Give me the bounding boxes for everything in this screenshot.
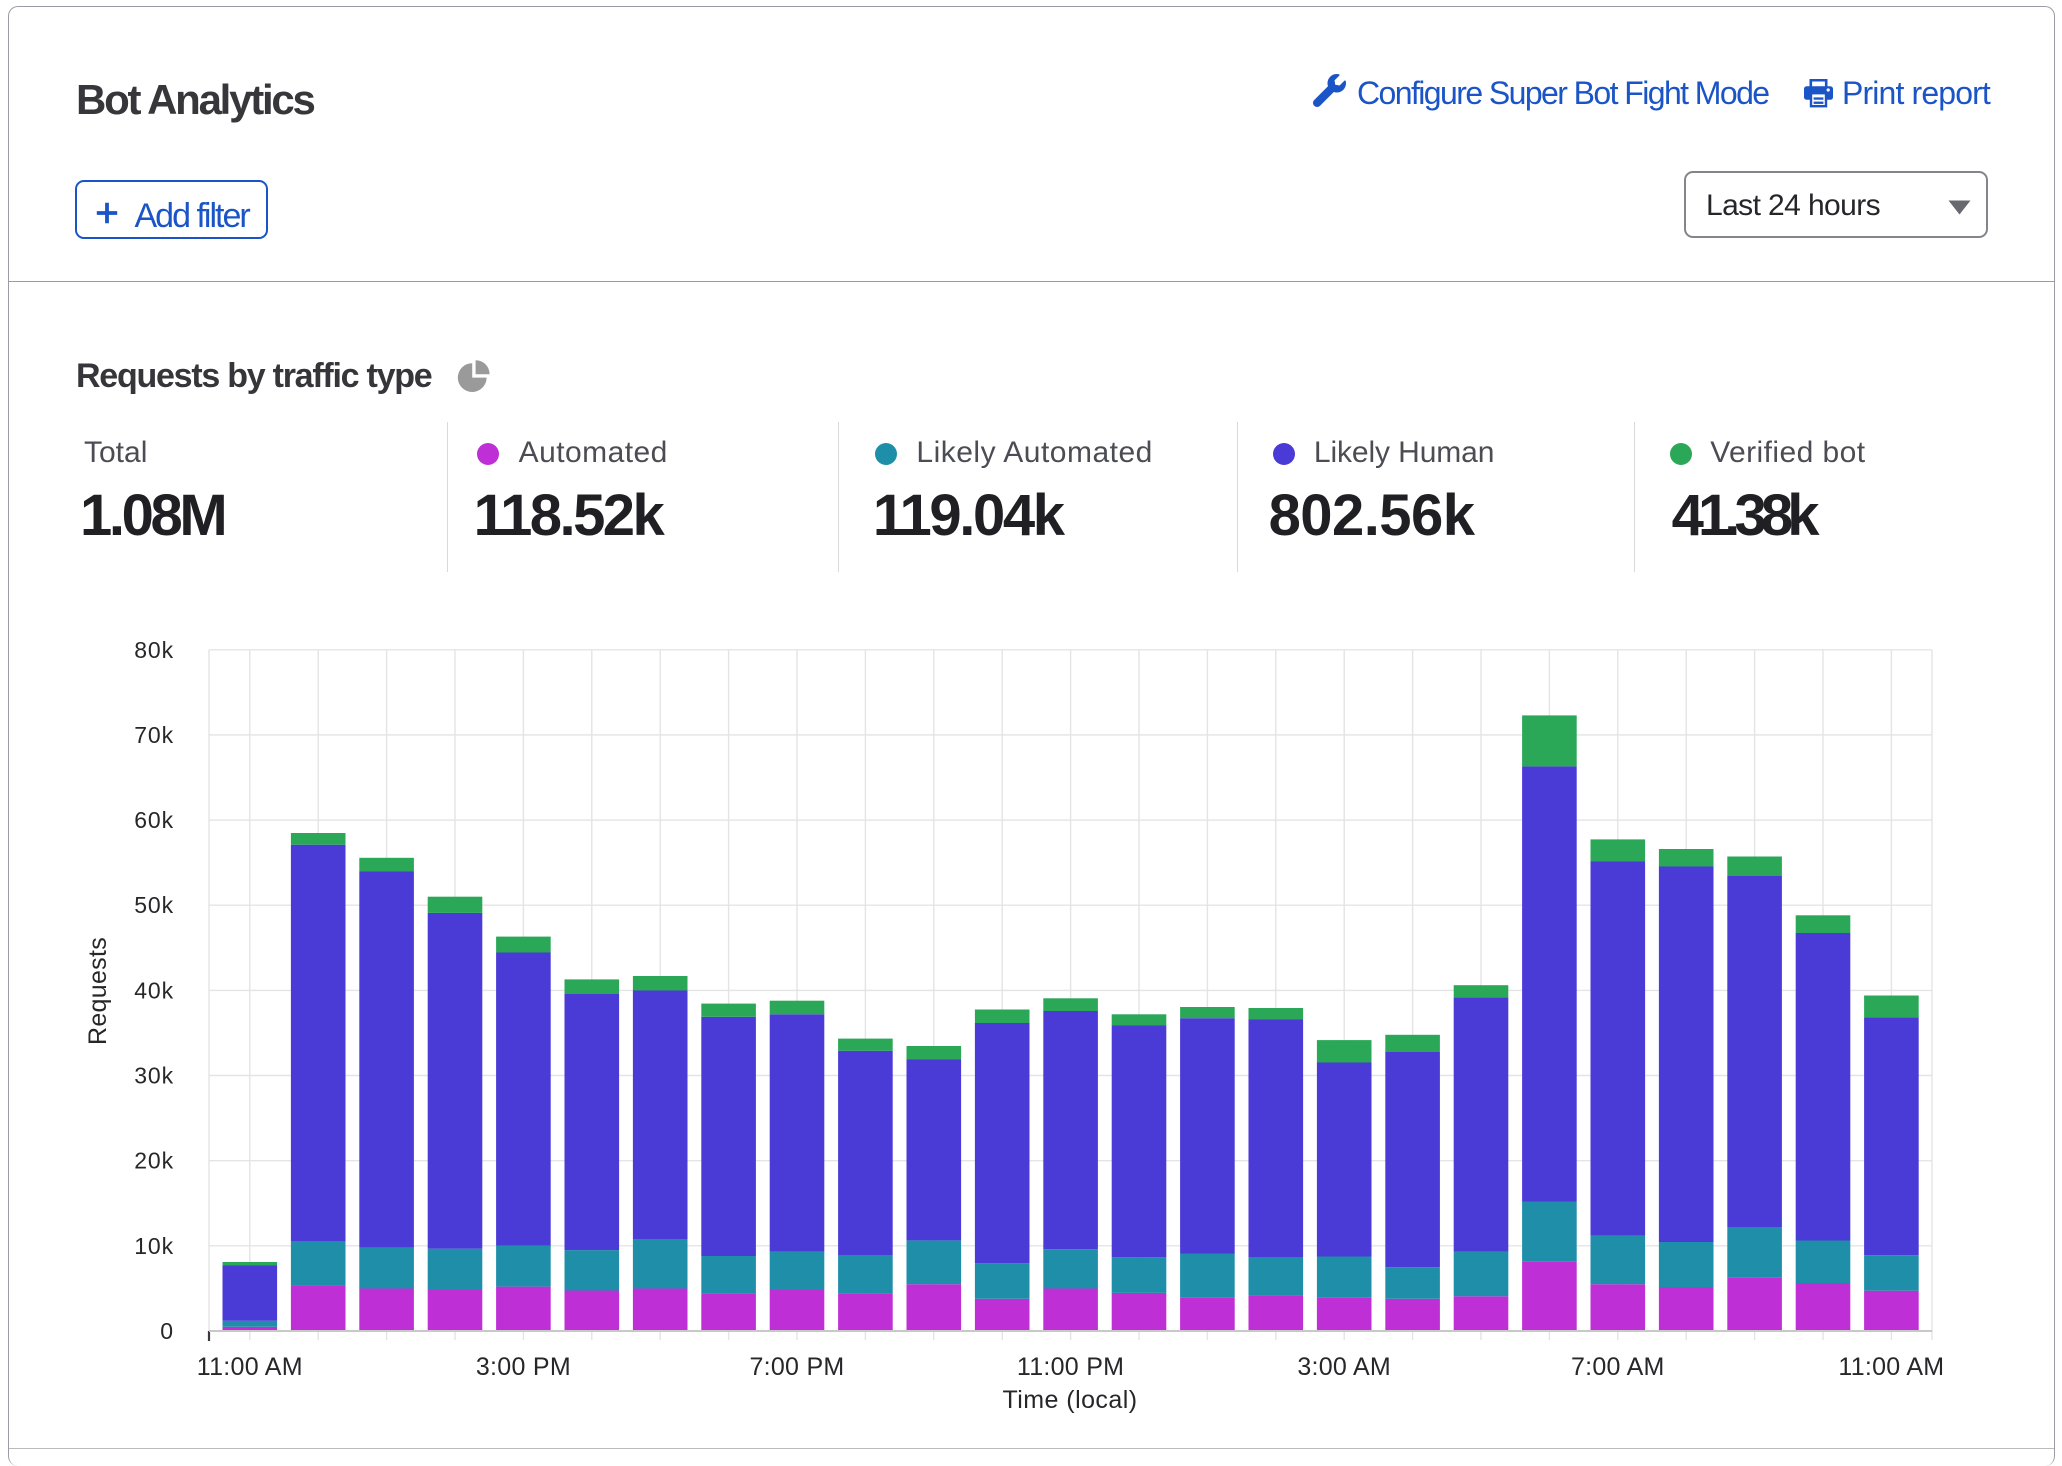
svg-text:3:00 AM: 3:00 AM [1297,1353,1391,1381]
svg-text:10k: 10k [134,1233,174,1259]
svg-text:11:00 AM: 11:00 AM [1838,1353,1944,1381]
svg-text:50k: 50k [134,892,174,918]
svg-text:Time (local): Time (local) [1002,1386,1137,1414]
svg-text:0: 0 [160,1318,174,1344]
svg-text:80k: 80k [134,637,174,663]
svg-text:Requests: Requests [84,937,112,1045]
svg-text:60k: 60k [134,807,174,833]
svg-text:70k: 70k [134,722,174,748]
svg-text:11:00 AM: 11:00 AM [197,1353,303,1381]
svg-text:20k: 20k [134,1148,174,1174]
svg-text:7:00 AM: 7:00 AM [1571,1353,1665,1381]
svg-text:7:00 PM: 7:00 PM [749,1353,844,1381]
svg-text:30k: 30k [134,1063,174,1089]
svg-text:11:00 PM: 11:00 PM [1017,1353,1124,1381]
svg-text:3:00 PM: 3:00 PM [476,1353,571,1381]
svg-text:40k: 40k [134,977,174,1003]
